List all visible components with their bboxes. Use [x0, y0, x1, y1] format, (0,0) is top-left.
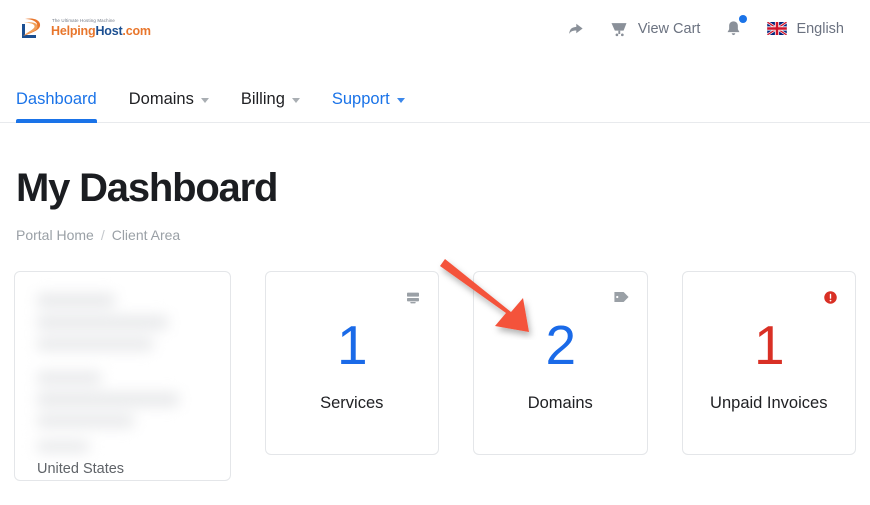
uk-flag-icon: [767, 22, 788, 35]
domains-label: Domains: [527, 393, 593, 412]
nav-tab-support-label: Support: [331, 90, 390, 108]
language-selector[interactable]: English: [755, 21, 856, 37]
language-label: English: [796, 20, 844, 37]
share-arrow-icon: [566, 19, 585, 38]
unpaid-invoices-label: Unpaid Invoices: [710, 393, 828, 412]
chevron-down-icon: [200, 98, 209, 103]
view-cart-label: View Cart: [637, 20, 701, 37]
account-profile-card[interactable]: United States: [14, 271, 231, 481]
notifications-button[interactable]: [712, 15, 755, 38]
redacted-line: [37, 316, 168, 329]
active-tab-underline: [16, 119, 97, 123]
services-card[interactable]: 1 Services: [264, 271, 439, 455]
chevron-down-icon: [291, 98, 300, 103]
page-title: My Dashboard: [16, 166, 278, 210]
redacted-line: [37, 415, 134, 427]
redacted-line: [37, 393, 179, 406]
nav-tab-dashboard[interactable]: Dashboard: [16, 57, 113, 123]
swirl-logo-icon: [16, 14, 46, 44]
services-count: 1: [336, 313, 368, 376]
breadcrumb-client-area: Client Area: [111, 227, 181, 243]
breadcrumb: Portal Home / Client Area: [16, 227, 854, 243]
nav-tab-domains-label: Domains: [128, 90, 194, 108]
main-navigation: Dashboard Domains Billing Support: [0, 57, 870, 123]
redacted-line: [37, 441, 89, 452]
dashboard-cards: United States 1 Services 2 Domains 1 Unp…: [0, 271, 870, 481]
server-icon: [405, 290, 421, 306]
redacted-line: [37, 338, 153, 350]
logo-name-part2: Host: [95, 24, 123, 39]
header-actions: View Cart English: [554, 15, 856, 39]
shopping-cart-icon: [609, 19, 629, 39]
nav-tab-support[interactable]: Support: [316, 57, 421, 123]
page-header: My Dashboard Portal Home / Client Area: [0, 123, 870, 243]
view-cart-button[interactable]: View Cart: [597, 19, 713, 39]
breadcrumb-portal-home[interactable]: Portal Home: [16, 227, 94, 243]
redacted-line: [37, 372, 101, 384]
nav-tab-billing[interactable]: Billing: [225, 57, 316, 123]
domains-card[interactable]: 2 Domains: [473, 271, 648, 455]
services-label: Services: [320, 393, 384, 412]
top-header-bar: The Ultimate Hosting Machine HelpingHost…: [0, 0, 870, 57]
notification-dot-badge: [739, 15, 748, 23]
tag-icon: [613, 290, 630, 304]
account-country: United States: [37, 461, 125, 477]
nav-tab-dashboard-label: Dashboard: [16, 90, 97, 108]
redacted-line: [37, 294, 115, 307]
site-logo[interactable]: The Ultimate Hosting Machine HelpingHost…: [16, 14, 151, 44]
logo-name-part1: Helping: [51, 24, 96, 39]
chevron-down-icon: [396, 98, 405, 103]
unpaid-invoices-count: 1: [753, 313, 785, 376]
redacted-account-details: [37, 294, 210, 452]
share-button[interactable]: [554, 19, 597, 38]
breadcrumb-separator: /: [100, 227, 105, 243]
logo-name-part3: .com: [122, 24, 151, 39]
bell-notification-icon: [724, 15, 748, 38]
nav-tab-billing-label: Billing: [240, 90, 285, 108]
nav-tab-domains[interactable]: Domains: [113, 57, 225, 123]
unpaid-invoices-card[interactable]: 1 Unpaid Invoices: [681, 271, 856, 455]
alert-circle-icon: [823, 290, 838, 305]
domains-count: 2: [545, 313, 576, 376]
logo-tagline: The Ultimate Hosting Machine: [52, 18, 116, 24]
logo-wordmark: HelpingHost.com: [51, 25, 151, 38]
